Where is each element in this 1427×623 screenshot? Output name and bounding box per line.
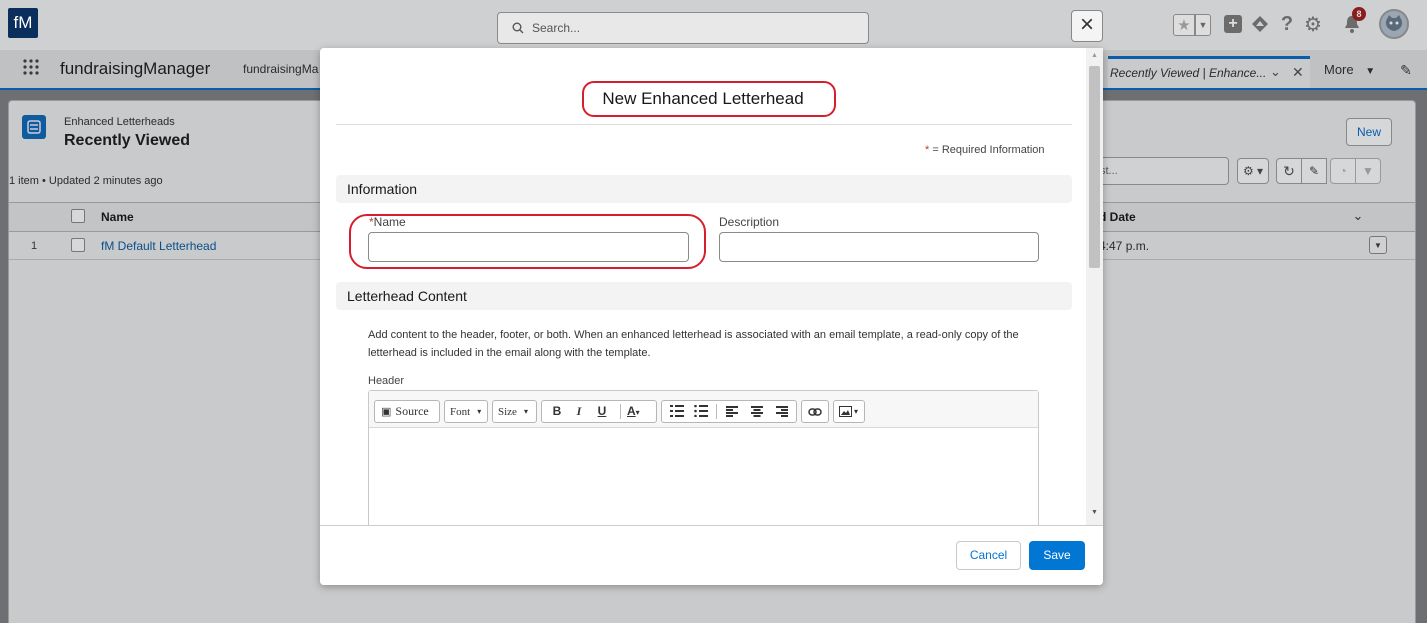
list-view-name[interactable]: Recently Viewed: [64, 132, 190, 150]
row-actions-dropdown[interactable]: ▼: [1369, 236, 1387, 254]
cancel-button[interactable]: Cancel: [956, 541, 1021, 570]
source-label: Source: [395, 404, 429, 418]
header-editor-label: Header: [368, 375, 405, 387]
app-name: fundraisingManager: [60, 59, 211, 78]
row-name-link[interactable]: fM Default Letterhead: [101, 239, 216, 253]
notification-count-badge: 8: [1352, 7, 1366, 21]
chevron-down-icon: ▾: [477, 407, 482, 416]
global-header: fM Search... × ★ ▼ + ? ⚙ 8: [0, 0, 1427, 50]
chevron-down-icon[interactable]: ⌄: [1270, 64, 1281, 80]
image-icon: [839, 406, 852, 417]
title-annotation-outline: [582, 81, 836, 117]
italic-button[interactable]: I: [572, 404, 586, 419]
scroll-up-arrow[interactable]: ▲: [1091, 52, 1098, 59]
required-text: = Required Information: [932, 144, 1045, 156]
tab-label: Recently Viewed | Enhance...: [1110, 66, 1267, 80]
more-label: More: [1324, 62, 1354, 77]
source-doc-icon: ▣: [381, 406, 392, 418]
required-info-note: * = Required Information: [925, 144, 1045, 156]
global-actions-plus-icon[interactable]: +: [1224, 15, 1242, 33]
row-number: 1: [31, 240, 38, 252]
search-placeholder: Search...: [532, 21, 581, 35]
text-color-label: A: [627, 404, 636, 418]
description-field-label: Description: [719, 215, 780, 229]
content-help-text: Add content to the header, footer, or bo…: [368, 329, 1019, 359]
favorites-star-icon[interactable]: ★: [1173, 14, 1195, 36]
font-dropdown[interactable]: Font ▾: [444, 400, 488, 423]
section-information: Information: [336, 175, 1072, 203]
trailhead-icon[interactable]: [1250, 14, 1270, 34]
list-summary: 1 item • Updated 2 minutes ago: [9, 175, 163, 187]
workspace-tab-recently-viewed[interactable]: Recently Viewed | Enhance... ⌄ ✕: [1108, 56, 1310, 88]
size-dropdown[interactable]: Size ▾: [492, 400, 537, 423]
name-annotation-outline: [349, 214, 706, 269]
letterhead-object-icon: [22, 115, 46, 139]
size-label: Size: [498, 405, 517, 418]
new-record-button[interactable]: New: [1346, 118, 1392, 146]
font-label: Font: [450, 405, 471, 418]
modal-header-divider: [336, 124, 1072, 125]
search-icon: [512, 22, 524, 34]
user-avatar[interactable]: [1379, 9, 1409, 39]
select-all-checkbox[interactable]: [71, 209, 85, 223]
numbered-list-icon[interactable]: [669, 403, 685, 419]
chevron-down-icon: ▾: [523, 407, 528, 416]
chart-icon[interactable]: ◔: [1330, 158, 1356, 184]
source-button[interactable]: ▣ Source: [374, 400, 440, 423]
new-enhanced-letterhead-modal: New Enhanced Letterhead * = Required Inf…: [320, 48, 1103, 585]
row-checkbox[interactable]: [71, 238, 85, 252]
toolbar-divider: [716, 404, 717, 419]
bold-button[interactable]: B: [550, 404, 564, 418]
column-header-name[interactable]: Name: [101, 210, 134, 224]
chevron-down-icon: ▼: [1365, 66, 1376, 77]
app-launcher-icon[interactable]: [20, 56, 42, 78]
list-settings-gear-icon[interactable]: ⚙ ▾: [1237, 158, 1269, 184]
text-color-button[interactable]: A▾: [627, 404, 651, 418]
align-right-icon[interactable]: [774, 403, 790, 419]
chevron-down-icon: ▾: [635, 408, 640, 417]
setup-gear-icon[interactable]: ⚙: [1302, 13, 1324, 36]
required-star: *: [925, 144, 930, 156]
description-input[interactable]: [719, 232, 1039, 262]
global-search-input[interactable]: Search...: [497, 12, 869, 44]
underline-button[interactable]: U: [595, 404, 609, 418]
chevron-down-icon: ▾: [854, 407, 859, 416]
favorites-dropdown-icon[interactable]: ▼: [1195, 14, 1211, 36]
filter-icon[interactable]: ▼: [1355, 158, 1381, 184]
section-letterhead-content: Letterhead Content: [336, 282, 1072, 310]
nav-more-menu[interactable]: More ▼: [1324, 62, 1375, 77]
modal-footer: Cancel Save: [320, 525, 1103, 585]
edit-nav-pencil-icon[interactable]: ✎: [1398, 62, 1414, 78]
scrollbar-thumb[interactable]: [1089, 66, 1100, 268]
close-modal-button[interactable]: ×: [1071, 10, 1103, 42]
edit-pencil-icon[interactable]: ✎: [1301, 158, 1327, 184]
editor-content-area[interactable]: [369, 428, 1038, 525]
chevron-down-icon[interactable]: ⌄: [1349, 207, 1367, 225]
nav-item-fundraisingmanager[interactable]: fundraisingMa: [243, 62, 318, 76]
image-button[interactable]: ▾: [833, 400, 865, 423]
object-label: Enhanced Letterheads: [64, 116, 175, 128]
link-button[interactable]: [801, 400, 829, 423]
bulleted-list-icon[interactable]: [693, 403, 709, 419]
link-icon: [808, 407, 822, 416]
scroll-down-arrow[interactable]: ▼: [1091, 509, 1098, 516]
close-tab-icon[interactable]: ✕: [1292, 64, 1304, 81]
column-header-date[interactable]: d Date: [1099, 210, 1136, 224]
save-button[interactable]: Save: [1029, 541, 1085, 570]
toolbar-divider: [620, 404, 621, 419]
align-center-icon[interactable]: [749, 403, 765, 419]
align-left-icon[interactable]: [724, 403, 740, 419]
modal-body-scroll[interactable]: New Enhanced Letterhead * = Required Inf…: [320, 48, 1086, 525]
help-icon[interactable]: ?: [1277, 13, 1297, 35]
app-logo[interactable]: fM: [8, 8, 38, 38]
refresh-icon[interactable]: ↻: [1276, 158, 1302, 184]
row-date: 4:47 p.m.: [1099, 239, 1150, 253]
avatar-cat-icon: [1385, 15, 1403, 31]
